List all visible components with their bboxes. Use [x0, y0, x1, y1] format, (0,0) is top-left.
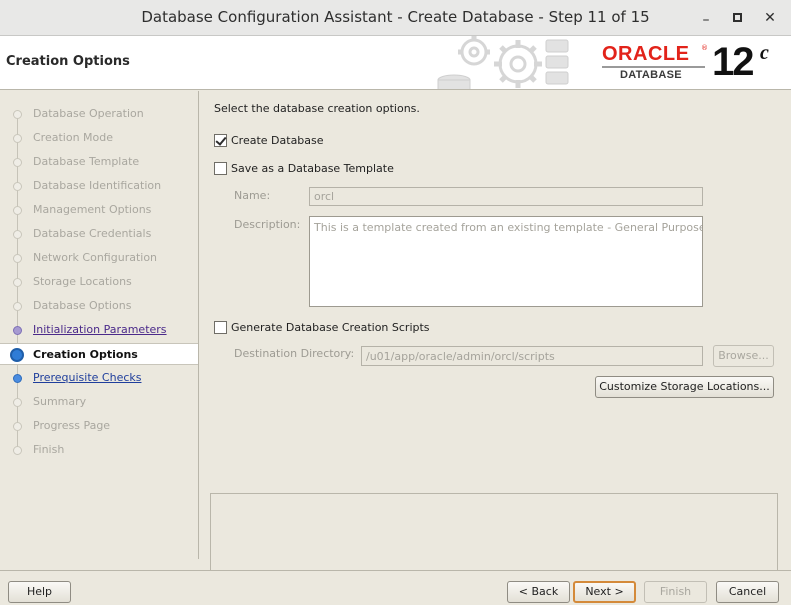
save-template-checkbox[interactable] — [214, 162, 227, 175]
nav-item-storage-locations: Storage Locations — [0, 271, 198, 293]
oracle-database-label: DATABASE — [620, 69, 682, 81]
nav-step-dot-icon — [13, 326, 22, 335]
nav-item-database-operation: Database Operation — [0, 103, 198, 125]
browse-button[interactable]: Browse... — [713, 345, 774, 367]
instruction-text: Select the database creation options. — [214, 102, 420, 115]
nav-item-progress-page: Progress Page — [0, 415, 198, 437]
nav-step-dot-icon — [13, 158, 22, 167]
nav-step-dot-icon — [13, 110, 22, 119]
nav-item-label: Summary — [33, 395, 87, 408]
name-field[interactable]: orcl — [309, 187, 703, 206]
nav-step-dot-icon — [13, 374, 22, 383]
nav-item-label: Database Credentials — [33, 227, 152, 240]
registered-mark: ® — [701, 44, 708, 52]
nav-item-label: Database Identification — [33, 179, 162, 192]
main-content: Select the database creation options. Cr… — [200, 91, 791, 571]
title-bar: Database Configuration Assistant - Creat… — [0, 0, 791, 36]
nav-step-dot-icon — [10, 348, 24, 362]
nav-item-database-template: Database Template — [0, 151, 198, 173]
step-navigation: Database Operation Creation Mode Database … — [0, 91, 199, 559]
nav-item-summary: Summary — [0, 391, 198, 413]
maximize-button[interactable] — [727, 8, 747, 28]
nav-item-label: Progress Page — [33, 419, 111, 432]
name-label: Name: — [234, 189, 271, 202]
create-database-label[interactable]: Create Database — [231, 134, 324, 147]
version-suffix: c — [760, 42, 769, 64]
nav-step-dot-icon — [13, 398, 22, 407]
cancel-button[interactable]: Cancel — [716, 581, 779, 603]
logo-rule — [602, 66, 705, 68]
nav-step-dot-icon — [13, 422, 22, 431]
nav-item-prerequisite-checks[interactable]: Prerequisite Checks — [0, 367, 198, 389]
customize-storage-button[interactable]: Customize Storage Locations... — [595, 376, 774, 398]
message-panel — [210, 493, 778, 571]
finish-button[interactable]: Finish — [644, 581, 707, 603]
nav-item-management-options: Management Options — [0, 199, 198, 221]
nav-item-database-identification: Database Identification — [0, 175, 198, 197]
close-button[interactable]: ✕ — [760, 8, 780, 28]
nav-item-label[interactable]: Prerequisite Checks — [33, 371, 141, 384]
nav-item-label[interactable]: Initialization Parameters — [33, 323, 167, 336]
help-button[interactable]: Help — [8, 581, 71, 603]
nav-step-dot-icon — [13, 254, 22, 263]
nav-step-dot-icon — [13, 230, 22, 239]
dbca-window: Database Configuration Assistant - Creat… — [0, 0, 791, 605]
minimize-button[interactable]: – — [696, 8, 716, 28]
nav-item-creation-mode: Creation Mode — [0, 127, 198, 149]
destination-directory-field[interactable]: /u01/app/oracle/admin/orcl/scripts — [361, 346, 703, 366]
nav-item-label: Creation Mode — [33, 131, 114, 144]
nav-item-label: Database Operation — [33, 107, 144, 120]
page-title: Creation Options — [6, 54, 130, 69]
nav-step-dot-icon — [13, 206, 22, 215]
nav-item-network-configuration: Network Configuration — [0, 247, 198, 269]
nav-item-label: Storage Locations — [33, 275, 132, 288]
description-label: Description: — [234, 218, 301, 231]
back-button[interactable]: < Back — [507, 581, 570, 603]
footer-bar: Help < Back Next > Finish Cancel — [0, 570, 791, 605]
maximize-icon — [732, 13, 742, 22]
window-title: Database Configuration Assistant - Creat… — [141, 8, 650, 26]
nav-step-dot-icon — [13, 302, 22, 311]
nav-step-dot-icon — [13, 182, 22, 191]
nav-item-label: Database Template — [33, 155, 140, 168]
nav-step-dot-icon — [13, 134, 22, 143]
nav-step-dot-icon — [13, 278, 22, 287]
nav-item-creation-options: Creation Options — [0, 343, 198, 365]
nav-item-label: Database Options — [33, 299, 132, 312]
generate-scripts-label[interactable]: Generate Database Creation Scripts — [231, 321, 430, 334]
nav-item-label: Management Options — [33, 203, 152, 216]
header-banner: Creation Options ORACLE ® DATABASE 12 c — [0, 36, 791, 90]
gears-graphic-icon — [437, 36, 569, 89]
nav-item-database-credentials: Database Credentials — [0, 223, 198, 245]
next-button[interactable]: Next > — [573, 581, 636, 603]
nav-step-dot-icon — [13, 446, 22, 455]
nav-item-finish: Finish — [0, 439, 198, 461]
description-field[interactable]: This is a template created from an exist… — [309, 216, 703, 307]
nav-item-database-options: Database Options — [0, 295, 198, 317]
save-template-label[interactable]: Save as a Database Template — [231, 162, 394, 175]
nav-item-label: Finish — [33, 443, 65, 456]
generate-scripts-checkbox[interactable] — [214, 321, 227, 334]
nav-item-label: Network Configuration — [33, 251, 158, 264]
oracle-wordmark: ORACLE — [602, 43, 690, 65]
create-database-checkbox[interactable] — [214, 134, 227, 147]
oracle-logo: ORACLE ® DATABASE — [602, 44, 710, 84]
nav-item-initialization-parameters[interactable]: Initialization Parameters — [0, 319, 198, 341]
version-number: 12 — [712, 40, 754, 84]
destination-directory-label: Destination Directory: — [234, 347, 355, 360]
nav-item-label: Creation Options — [33, 348, 138, 361]
